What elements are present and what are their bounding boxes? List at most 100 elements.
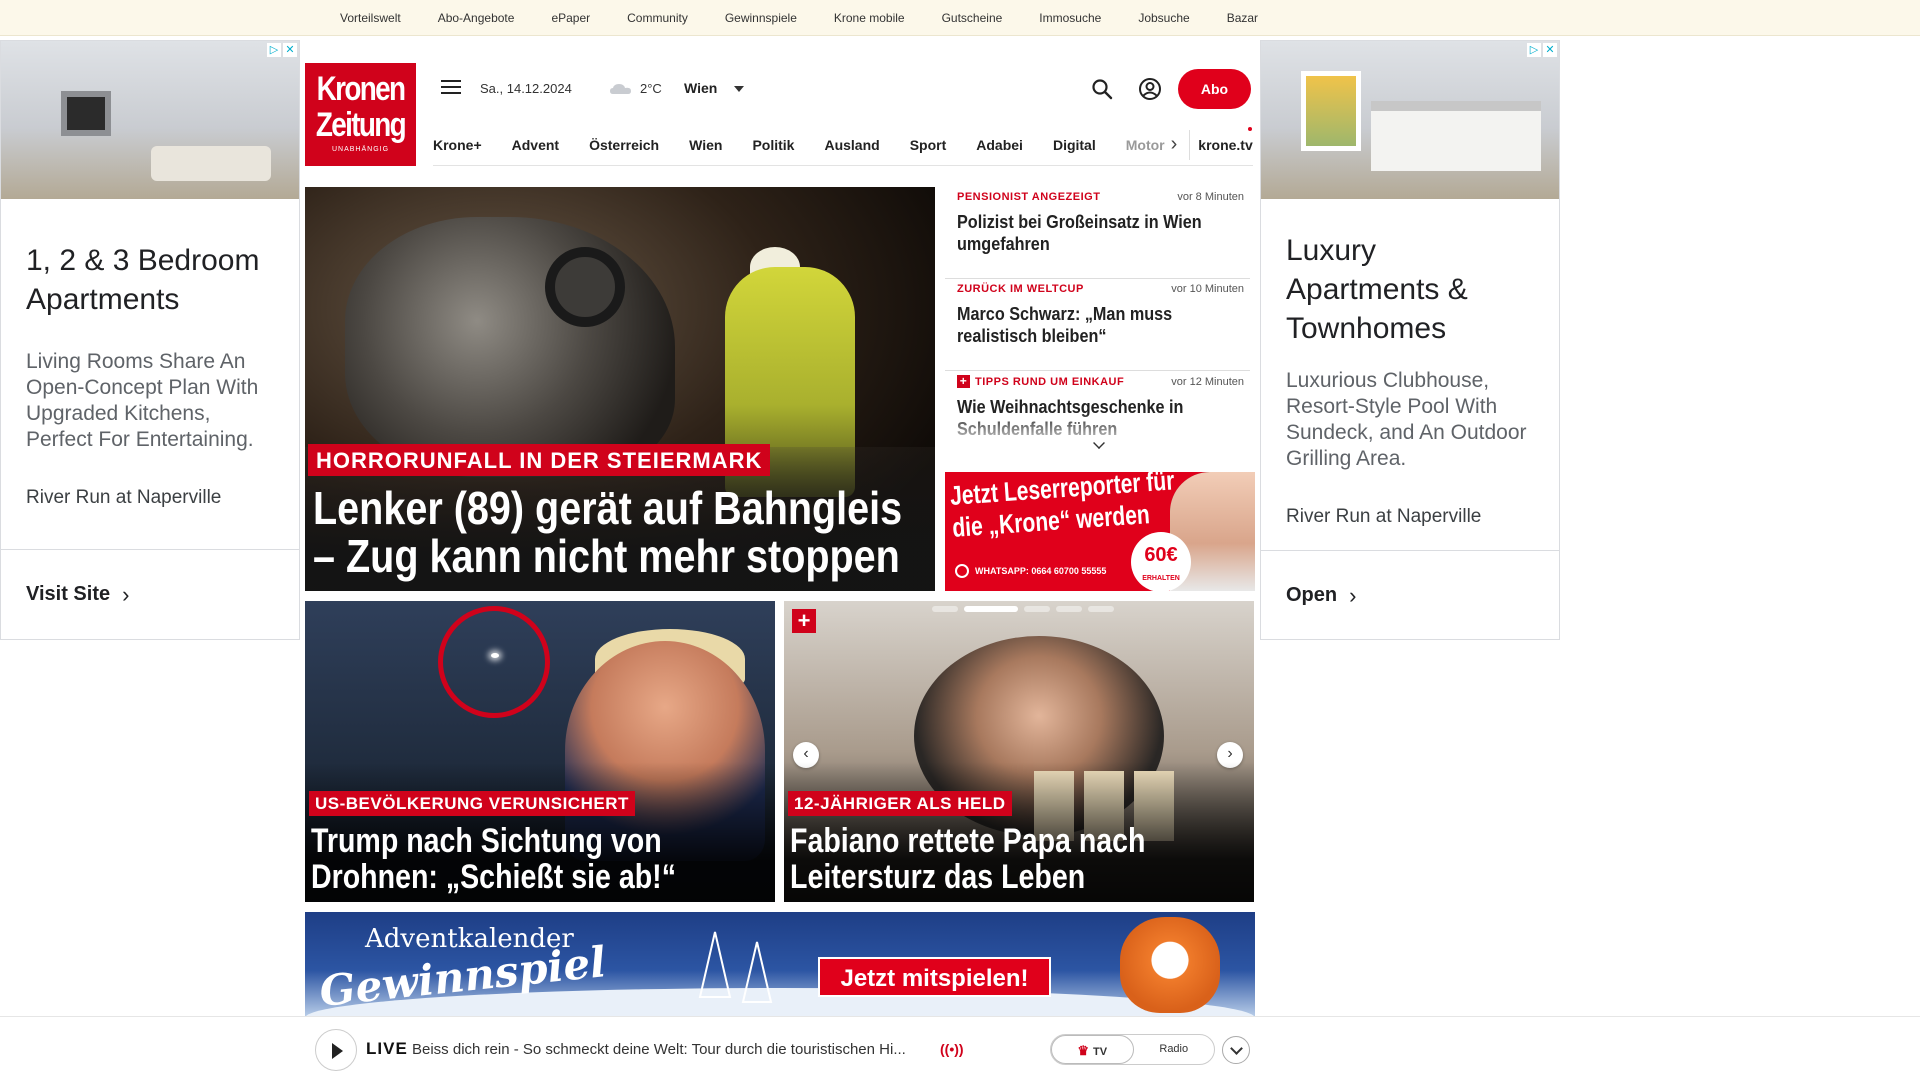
- topbar-link-krone-mobile[interactable]: Krone mobile: [834, 11, 905, 25]
- hero-headline[interactable]: Lenker (89) gerät auf Bahngleis – Zug ka…: [313, 484, 932, 580]
- menu-icon[interactable]: [441, 80, 461, 96]
- live-dot-icon: [1248, 127, 1252, 131]
- live-program-title[interactable]: Beiss dich rein - So schmeckt deine Welt…: [412, 1041, 932, 1058]
- wheel-image: [545, 247, 625, 327]
- ad-close-icon[interactable]: ✕: [1543, 43, 1557, 57]
- logo-tagline: UNABHÄNGIG: [331, 146, 390, 153]
- fox-mascot-image: [1120, 917, 1220, 1013]
- whatsapp-icon: [955, 564, 969, 578]
- chevron-right-icon: ›: [1349, 582, 1357, 608]
- list-item[interactable]: ZURÜCK IM WELTCUP vor 10 Minuten Marco S…: [945, 279, 1250, 371]
- ad-cta-label: Open: [1286, 584, 1338, 606]
- ad-image-living-room[interactable]: ▷ ✕: [1, 41, 299, 199]
- live-label: LIVE: [366, 1039, 408, 1058]
- topbar-link-community[interactable]: Community: [627, 11, 688, 25]
- hero-kicker: HORRORUNFALL IN DER STEIERMARK: [308, 444, 771, 476]
- ad-close-icon[interactable]: ✕: [283, 43, 297, 57]
- chevron-down-icon[interactable]: [734, 86, 744, 92]
- nav-item-krone-tv[interactable]: krone.tv: [1198, 137, 1252, 153]
- advent-gewinnspiel-banner[interactable]: Adventkalender Gewinnspiel Jetzt mitspie…: [305, 912, 1255, 1018]
- nav-item-wien[interactable]: Wien: [689, 137, 722, 153]
- temperature: 2°C: [640, 81, 662, 96]
- nav-item-politik[interactable]: Politik: [752, 137, 794, 153]
- ad-choices-badge[interactable]: ▷ ✕: [1527, 43, 1557, 57]
- topbar-link-gutscheine[interactable]: Gutscheine: [942, 11, 1003, 25]
- tv-radio-toggle[interactable]: ♛ TV Radio: [1050, 1034, 1215, 1065]
- promo-whatsapp: WHATSAPP: 0664 60700 55555: [975, 566, 1107, 576]
- promo-reward-badge: 60€ ERHALTEN: [1131, 532, 1191, 591]
- sofa-image: [151, 146, 271, 181]
- article-tile-fabiano[interactable]: + ‹ › 12-JÄHRIGER ALS HELD Fabiano rette…: [784, 601, 1254, 902]
- advent-play-button[interactable]: Jetzt mitspielen!: [818, 957, 1051, 997]
- ad-advertiser: River Run at Naperville: [1286, 506, 1482, 527]
- leserreporter-promo[interactable]: Jetzt Leserreporter für die „Krone“ werd…: [945, 472, 1255, 591]
- news-kicker: ZURÜCK IM WELTCUP: [957, 283, 1084, 295]
- tile-kicker: 12-JÄHRIGER ALS HELD: [788, 791, 1012, 816]
- nav-item-oesterreich[interactable]: Österreich: [589, 137, 659, 153]
- play-icon[interactable]: [315, 1029, 357, 1071]
- news-kicker: TIPPS RUND UM EINKAUF: [975, 375, 1125, 388]
- abo-button[interactable]: Abo: [1178, 69, 1251, 109]
- news-time: vor 8 Minuten: [1177, 191, 1244, 203]
- nav-item-digital[interactable]: Digital: [1053, 137, 1096, 153]
- topbar-link-gewinnspiele[interactable]: Gewinnspiele: [725, 11, 797, 25]
- left-sidebar-ad[interactable]: ▷ ✕ 1, 2 & 3 Bedroom Apartments Living R…: [0, 40, 300, 640]
- ad-open-button[interactable]: Open ›: [1261, 550, 1559, 639]
- krone-plus-icon: +: [957, 375, 970, 388]
- topbar-link-vorteilswelt[interactable]: Vorteilswelt: [340, 11, 401, 25]
- main-navigation: Krone+ Advent Österreich Wien Politik Au…: [433, 124, 1253, 166]
- promo-amount-sub: ERHALTEN: [1142, 575, 1180, 582]
- news-headline[interactable]: Marco Schwarz: „Man muss realistisch ble…: [957, 303, 1245, 347]
- search-icon[interactable]: [1091, 78, 1113, 100]
- topbar-link-epaper[interactable]: ePaper: [551, 11, 590, 25]
- tab-tv[interactable]: ♛ TV: [1051, 1035, 1134, 1064]
- account-icon[interactable]: [1138, 77, 1162, 101]
- tab-tv-label: TV: [1093, 1046, 1108, 1058]
- kitchen-image: [1371, 101, 1541, 171]
- nav-item-adabei[interactable]: Adabei: [976, 137, 1023, 153]
- article-tile-trump[interactable]: US-BEVÖLKERUNG VERUNSICHERT Trump nach S…: [305, 601, 775, 902]
- news-time: vor 10 Minuten: [1171, 283, 1244, 295]
- ad-title[interactable]: 1, 2 & 3 Bedroom Apartments: [1, 199, 299, 319]
- kronen-zeitung-logo[interactable]: Kronen Zeitung UNABHÄNGIG: [305, 63, 416, 166]
- highlight-circle: [438, 606, 550, 718]
- ad-info-icon[interactable]: ▷: [1527, 43, 1541, 57]
- city-selector[interactable]: Wien: [684, 80, 717, 96]
- fireplace-image: [61, 91, 111, 136]
- news-kicker: PENSIONIST ANGEZEIGT: [957, 191, 1101, 203]
- current-date: Sa., 14.12.2024: [480, 81, 572, 96]
- tile-headline[interactable]: Fabiano rettete Papa nach Leitersturz da…: [790, 823, 1244, 895]
- nav-item-sport[interactable]: Sport: [910, 137, 947, 153]
- tab-radio[interactable]: Radio: [1134, 1035, 1215, 1064]
- news-headline[interactable]: Polizist bei Großeinsatz in Wien umgefah…: [957, 211, 1245, 255]
- promo-amount: 60€: [1144, 544, 1178, 566]
- nav-divider: [1189, 129, 1191, 160]
- topbar-link-bazar[interactable]: Bazar: [1227, 11, 1258, 25]
- carousel-indicators[interactable]: [932, 606, 1114, 612]
- top-link-bar: Vorteilswelt Abo-Angebote ePaper Communi…: [0, 0, 1920, 36]
- ad-info-icon[interactable]: ▷: [267, 43, 281, 57]
- topbar-link-abo-angebote[interactable]: Abo-Angebote: [438, 11, 515, 25]
- topbar-link-jobsuche[interactable]: Jobsuche: [1138, 11, 1189, 25]
- live-player-bar: LIVE Beiss dich rein - So schmeckt deine…: [0, 1016, 1920, 1080]
- nav-item-motor[interactable]: Motor: [1126, 137, 1165, 153]
- ad-visit-site-button[interactable]: Visit Site ›: [1, 549, 299, 639]
- tile-headline[interactable]: Trump nach Sichtung von Drohnen: „Schieß…: [311, 823, 765, 895]
- expand-player-button[interactable]: [1222, 1036, 1250, 1064]
- ad-choices-badge[interactable]: ▷ ✕: [267, 43, 297, 57]
- chevron-right-icon: ›: [122, 581, 130, 607]
- ad-title[interactable]: Luxury Apartments & Townhomes: [1261, 199, 1559, 348]
- list-item[interactable]: PENSIONIST ANGEZEIGT vor 8 Minuten Poliz…: [945, 187, 1250, 279]
- hero-article[interactable]: HORRORUNFALL IN DER STEIERMARK Lenker (8…: [305, 187, 935, 591]
- topbar-link-immosuche[interactable]: Immosuche: [1039, 11, 1101, 25]
- right-sidebar-ad[interactable]: ▷ ✕ Luxury Apartments & Townhomes Luxuri…: [1260, 40, 1560, 640]
- ad-description: Living Rooms Share An Open-Concept Plan …: [26, 350, 259, 451]
- nav-item-ausland[interactable]: Ausland: [824, 137, 879, 153]
- nav-item-advent[interactable]: Advent: [512, 137, 559, 153]
- news-time: vor 12 Minuten: [1171, 375, 1244, 388]
- ad-image-kitchen[interactable]: ▷ ✕: [1261, 41, 1559, 199]
- nav-item-krone-plus[interactable]: Krone+: [433, 137, 482, 153]
- chevron-right-icon[interactable]: ›: [1171, 133, 1178, 156]
- ad-advertiser: River Run at Naperville: [26, 487, 222, 508]
- logo-line-2: Zeitung: [315, 106, 407, 144]
